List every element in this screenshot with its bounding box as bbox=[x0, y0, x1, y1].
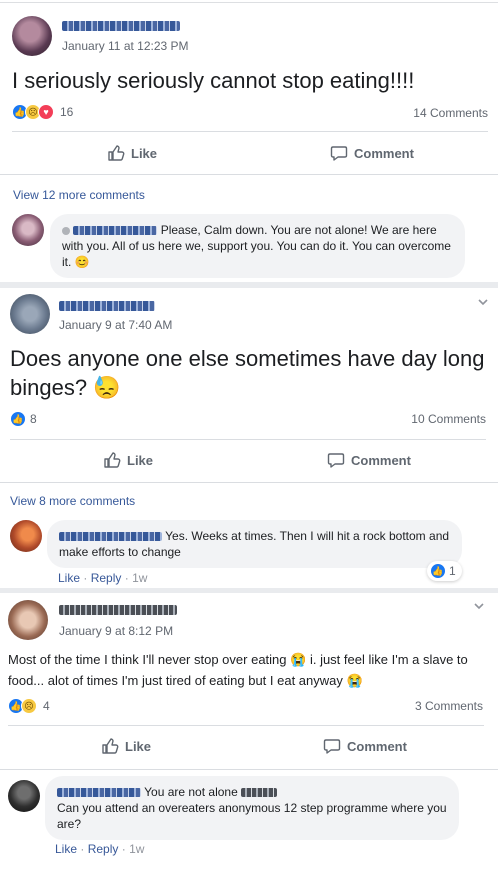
comment-label: Comment bbox=[351, 452, 411, 468]
post-1: January 11 at 12:23 PM I seriously serio… bbox=[0, 0, 498, 282]
thumbs-up-icon bbox=[104, 452, 121, 468]
chevron-down-icon[interactable] bbox=[477, 296, 489, 308]
like-label: Like bbox=[131, 145, 158, 161]
comment-label: Comment bbox=[347, 738, 407, 754]
comment-bubble: Yes. Weeks at times. Then I will hit a r… bbox=[47, 520, 462, 568]
comment-actions: Like · Reply · 1w bbox=[55, 842, 145, 856]
comment-icon bbox=[330, 146, 348, 161]
comment-label: Comment bbox=[354, 145, 414, 161]
comment-text: You are not alone bbox=[144, 785, 238, 799]
comment-button[interactable]: Comment bbox=[323, 737, 407, 755]
reaction-count: 8 bbox=[30, 412, 37, 426]
reaction-count: 16 bbox=[60, 105, 74, 119]
comment-text: Can you attend an overeaters anonymous 1… bbox=[57, 801, 447, 831]
like-label: Like bbox=[125, 738, 152, 754]
reaction-count: 4 bbox=[43, 699, 50, 713]
post-2: January 9 at 7:40 AM Does anyone one els… bbox=[0, 282, 498, 592]
comment-button[interactable]: Comment bbox=[327, 451, 411, 469]
comment-bubble: Please, Calm down. You are not alone! We… bbox=[50, 214, 465, 278]
like-reaction-icon: 👍 bbox=[430, 563, 446, 579]
comments-count[interactable]: 10 Comments bbox=[411, 412, 486, 426]
comment-actions: Like · Reply · 1w bbox=[58, 571, 148, 585]
post-timestamp[interactable]: January 9 at 8:12 PM bbox=[59, 624, 173, 638]
view-more-comments[interactable]: View 12 more comments bbox=[13, 188, 145, 202]
comment-icon bbox=[327, 453, 345, 468]
post-author-name[interactable] bbox=[62, 21, 180, 31]
chevron-down-icon[interactable] bbox=[473, 600, 485, 612]
redacted-text bbox=[241, 788, 278, 798]
crying-emoji: 😭 bbox=[290, 652, 307, 667]
reaction-summary[interactable]: 👍 ☹ ♥ 16 bbox=[12, 104, 73, 120]
post-author-avatar[interactable] bbox=[10, 294, 50, 334]
reaction-summary[interactable]: 👍 ☹ 4 bbox=[8, 698, 50, 714]
comment-reply-link[interactable]: Reply bbox=[91, 571, 122, 585]
comment-like-link[interactable]: Like bbox=[55, 842, 77, 856]
post-timestamp[interactable]: January 9 at 7:40 AM bbox=[59, 318, 172, 332]
comment-icon bbox=[323, 739, 341, 754]
top-fan-badge-icon bbox=[62, 226, 70, 235]
post-author-name[interactable] bbox=[59, 605, 177, 615]
view-more-comments[interactable]: View 8 more comments bbox=[10, 494, 135, 508]
thumbs-up-icon bbox=[108, 145, 125, 161]
like-button[interactable]: Like bbox=[101, 737, 151, 755]
comment-reaction-count: 1 bbox=[449, 564, 456, 578]
reaction-summary[interactable]: 👍 8 bbox=[10, 411, 37, 427]
comment-bubble: You are not alone Can you attend an over… bbox=[45, 776, 459, 840]
thumbs-up-icon bbox=[102, 738, 119, 754]
comment-like-link[interactable]: Like bbox=[58, 571, 80, 585]
comment-author-avatar[interactable] bbox=[8, 780, 40, 812]
comment-reaction-badge[interactable]: 👍 1 bbox=[427, 561, 462, 581]
like-reaction-icon: 👍 bbox=[10, 411, 26, 427]
love-reaction-icon: ♥ bbox=[38, 104, 54, 120]
comments-count[interactable]: 3 Comments bbox=[415, 699, 483, 713]
comment-reply-link[interactable]: Reply bbox=[88, 842, 119, 856]
sweat-emoji: 😓 bbox=[93, 375, 121, 400]
post-author-name[interactable] bbox=[59, 301, 155, 311]
like-label: Like bbox=[127, 452, 154, 468]
post-text: Does anyone one else sometimes have day … bbox=[10, 346, 485, 400]
comment-author-name[interactable] bbox=[59, 532, 162, 542]
comment-author-avatar[interactable] bbox=[12, 214, 44, 246]
post-text: Most of the time I think I'll never stop… bbox=[8, 652, 468, 688]
sad-reaction-icon: ☹ bbox=[21, 698, 37, 714]
post-author-avatar[interactable] bbox=[8, 600, 48, 640]
comment-button[interactable]: Comment bbox=[330, 144, 414, 162]
comment-age: 1w bbox=[132, 571, 148, 585]
comments-count[interactable]: 14 Comments bbox=[413, 106, 488, 120]
post-3: January 9 at 8:12 PM Most of the time I … bbox=[0, 588, 498, 882]
like-button[interactable]: Like bbox=[103, 451, 153, 469]
crying-emoji: 😭 bbox=[346, 673, 363, 688]
comment-author-name[interactable] bbox=[73, 226, 158, 236]
post-timestamp[interactable]: January 11 at 12:23 PM bbox=[62, 39, 189, 53]
comment-author-avatar[interactable] bbox=[10, 520, 42, 552]
like-button[interactable]: Like bbox=[107, 144, 157, 162]
comment-author-name[interactable] bbox=[57, 788, 141, 798]
smile-emoji: 😊 bbox=[74, 255, 90, 269]
post-text: I seriously seriously cannot stop eating… bbox=[12, 68, 415, 93]
comment-age: 1w bbox=[129, 842, 145, 856]
post-author-avatar[interactable] bbox=[12, 16, 52, 56]
